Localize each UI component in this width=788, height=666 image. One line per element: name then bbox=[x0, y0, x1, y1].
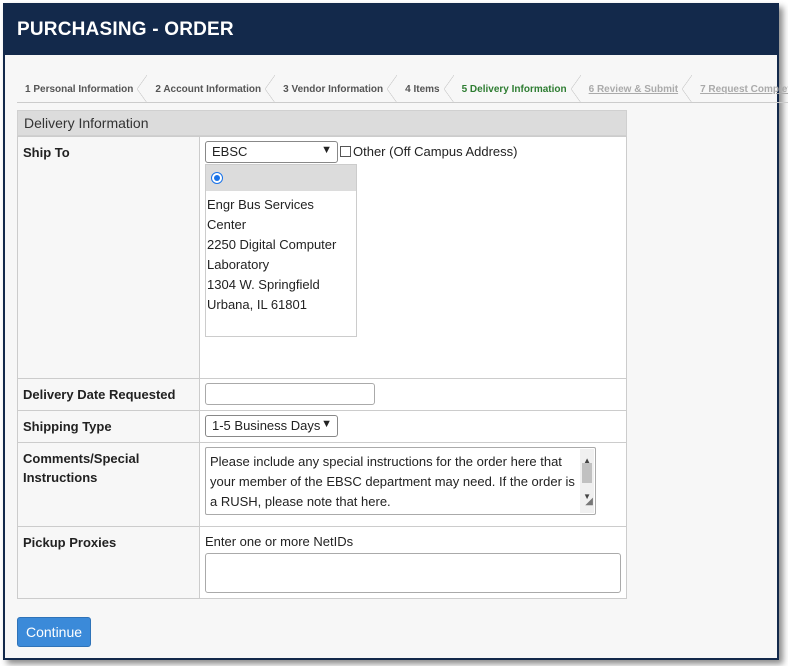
delivery-date-cell bbox=[199, 378, 627, 411]
app-frame: PURCHASING - ORDER 1 Personal Informatio… bbox=[3, 3, 788, 660]
delivery-date-input[interactable] bbox=[205, 383, 375, 405]
comments-text-line: a RUSH, please note that here. bbox=[210, 494, 391, 509]
comments-label: Comments/Special Instructions bbox=[17, 442, 200, 527]
pickup-proxies-cell: Enter one or more NetIDs bbox=[199, 526, 627, 599]
comments-label-line: Instructions bbox=[23, 470, 98, 485]
pickup-proxies-input[interactable] bbox=[205, 553, 621, 593]
address-line: 2250 Digital Computer bbox=[207, 237, 337, 252]
scroll-thumb[interactable] bbox=[582, 463, 592, 483]
ship-to-select[interactable]: EBSC ▼ bbox=[205, 141, 338, 163]
step-request-completed: 7 Request Completed bbox=[692, 75, 788, 103]
comments-text-line: your member of the EBSC department may n… bbox=[210, 474, 575, 489]
step-personal-information[interactable]: 1 Personal Information bbox=[17, 75, 148, 103]
step-items[interactable]: 4 Items bbox=[397, 75, 455, 103]
page-title: PURCHASING - ORDER bbox=[17, 19, 234, 40]
resize-grip-icon[interactable]: ◢ bbox=[585, 492, 593, 512]
shipping-type-label: Shipping Type bbox=[17, 410, 200, 443]
chevron-down-icon: ▼ bbox=[321, 418, 332, 430]
shipping-type-cell: 1-5 Business Days ▼ bbox=[199, 410, 627, 443]
step-review-submit: 6 Review & Submit bbox=[580, 75, 693, 103]
address-radio-row bbox=[206, 165, 356, 191]
panel-title: Delivery Information bbox=[17, 110, 627, 136]
delivery-date-label: Delivery Date Requested bbox=[17, 378, 200, 411]
address-line: Laboratory bbox=[207, 257, 270, 272]
ship-to-label: Ship To bbox=[17, 136, 200, 379]
chevron-down-icon: ▼ bbox=[321, 144, 332, 156]
continue-button[interactable]: Continue bbox=[17, 617, 92, 647]
address-radio[interactable] bbox=[211, 172, 223, 184]
address-line: Urbana, IL 61801 bbox=[207, 297, 307, 312]
pickup-proxies-hint: Enter one or more NetIDs bbox=[205, 534, 354, 549]
comments-label-line: Comments/Special bbox=[23, 451, 140, 466]
step-account-information[interactable]: 2 Account Information bbox=[147, 75, 276, 103]
other-address-checkbox[interactable] bbox=[340, 146, 351, 157]
address-line: 1304 W. Springfield bbox=[207, 277, 320, 292]
address-line: Engr Bus Services Center bbox=[207, 197, 314, 232]
ship-to-cell: EBSC ▼ Other (Off Campus Address) Engr B… bbox=[199, 136, 627, 379]
shipping-type-select[interactable]: 1-5 Business Days ▼ bbox=[205, 415, 338, 437]
step-delivery-information: 5 Delivery Information bbox=[453, 75, 581, 103]
ship-to-selected: EBSC bbox=[212, 144, 248, 159]
page-header: PURCHASING - ORDER bbox=[5, 5, 777, 55]
comments-cell: Please include any special instructions … bbox=[199, 442, 627, 527]
delivery-form: Ship To EBSC ▼ Other (Off Campus Address… bbox=[17, 136, 627, 599]
address-card: Engr Bus Services Center 2250 Digital Co… bbox=[205, 164, 357, 337]
delivery-panel: Delivery Information Ship To EBSC ▼ Othe… bbox=[17, 110, 627, 599]
step-vendor-information[interactable]: 3 Vendor Information bbox=[275, 75, 398, 103]
wizard-steps: 1 Personal Information 2 Account Informa… bbox=[17, 75, 788, 103]
address-lines: Engr Bus Services Center 2250 Digital Co… bbox=[206, 191, 356, 319]
comments-textarea[interactable]: Please include any special instructions … bbox=[205, 447, 596, 515]
comments-text-line: Please include any special instructions … bbox=[210, 454, 562, 469]
other-address-label: Other (Off Campus Address) bbox=[353, 144, 518, 159]
pickup-proxies-label: Pickup Proxies bbox=[17, 526, 200, 599]
shipping-type-selected: 1-5 Business Days bbox=[212, 418, 321, 433]
other-address-option[interactable]: Other (Off Campus Address) bbox=[340, 144, 518, 159]
